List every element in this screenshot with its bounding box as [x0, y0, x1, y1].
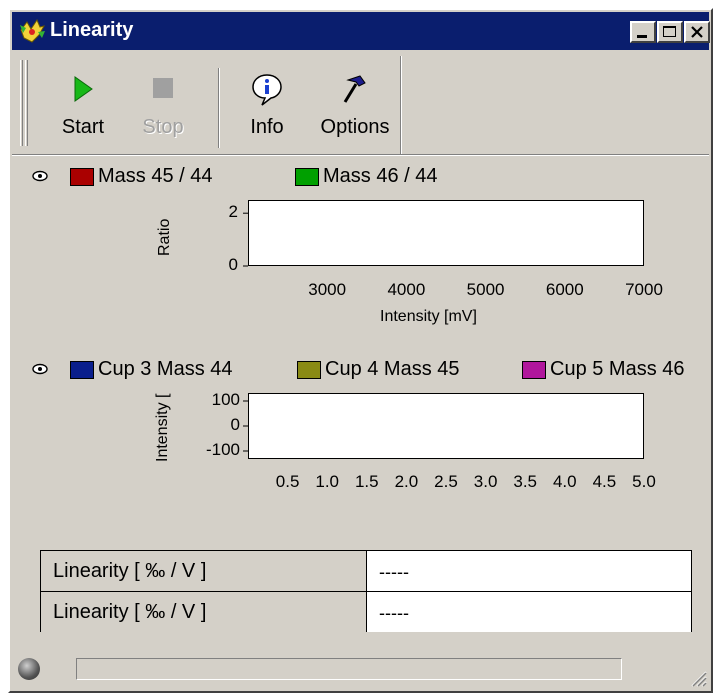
- y-tick-label: -100: [205, 440, 240, 459]
- legend-label-mass-46-44: Mass 46 / 44: [323, 165, 438, 187]
- linearity-window: Linearity Start Stop Info Options Mass 4…: [8, 8, 713, 693]
- y-tick-label: 0: [228, 255, 238, 274]
- toolbar-separator: [400, 56, 402, 154]
- toolbar-divider: [12, 154, 709, 156]
- x-tick-label: 1.5: [354, 472, 379, 491]
- visibility-eye-icon[interactable]: [32, 170, 48, 182]
- legend-swatch: [70, 168, 94, 186]
- x-tick-label: 6000: [545, 280, 584, 299]
- linearity-label: Linearity [ ‰ / V ]: [41, 551, 367, 591]
- legend-label-mass-45-44: Mass 45 / 44: [98, 165, 213, 187]
- legend-label-cup-4: Cup 4 Mass 45: [325, 358, 460, 380]
- legend-swatch: [297, 361, 321, 379]
- visibility-eye-icon[interactable]: [32, 363, 48, 375]
- close-icon: [691, 26, 703, 38]
- legend-swatch: [295, 168, 319, 186]
- intensity-plot-area[interactable]: [248, 393, 644, 459]
- x-tick-label: 0.5: [275, 472, 300, 491]
- hammer-icon: [343, 75, 366, 103]
- x-tick-label: 5000: [466, 280, 505, 299]
- y-tick-label: 2: [228, 202, 238, 222]
- stop-button[interactable]: Stop: [128, 62, 198, 148]
- legend-swatch: [70, 361, 94, 379]
- x-tick-label: 2.5: [434, 472, 458, 491]
- x-tick-label: 3.0: [473, 472, 498, 491]
- y-tick-label: 0: [230, 415, 240, 434]
- resize-grip-icon[interactable]: [687, 667, 707, 687]
- ratio-plot-area[interactable]: [248, 200, 644, 266]
- x-tick-label: 4000: [387, 280, 426, 299]
- legend-swatch: [522, 361, 546, 379]
- options-label: Options: [320, 116, 390, 138]
- toolbar-grip[interactable]: [20, 60, 23, 146]
- options-button[interactable]: Options: [312, 62, 398, 148]
- legend-label-cup-3: Cup 3 Mass 44: [98, 358, 233, 380]
- x-tick-label: 3.5: [513, 472, 538, 491]
- y-axis-label: Ratio: [156, 218, 173, 256]
- info-label: Info: [250, 116, 284, 138]
- progress-bar: [76, 658, 622, 680]
- linearity-label: Linearity [ ‰ / V ]: [41, 592, 367, 632]
- minimize-button[interactable]: [630, 21, 656, 43]
- stop-icon: [153, 78, 173, 98]
- x-tick-label: 5.0: [632, 472, 656, 491]
- x-tick-label: 4.0: [552, 472, 577, 491]
- y-axis-label: Intensity [: [154, 393, 171, 462]
- x-tick-label: 2.0: [394, 472, 419, 491]
- stop-label: Stop: [142, 116, 184, 138]
- linearity-results-table: Linearity [ ‰ / V ] ----- Linearity [ ‰ …: [40, 550, 692, 632]
- play-icon: [74, 76, 93, 102]
- title-bar[interactable]: Linearity: [12, 12, 710, 50]
- table-row: Linearity [ ‰ / V ] -----: [41, 591, 691, 632]
- maximize-button[interactable]: [657, 21, 683, 43]
- x-tick-label: 3000: [308, 280, 347, 299]
- legend-label-cup-5: Cup 5 Mass 46: [550, 358, 685, 380]
- start-button[interactable]: Start: [48, 62, 118, 148]
- x-tick-label: 7000: [625, 280, 663, 299]
- x-tick-label: 1.0: [315, 472, 340, 491]
- window-title: Linearity: [50, 19, 134, 41]
- close-button[interactable]: [684, 21, 710, 43]
- status-indicator-icon: [18, 658, 40, 680]
- table-row: Linearity [ ‰ / V ] -----: [41, 551, 691, 591]
- x-axis-label: Intensity [mV]: [380, 308, 477, 325]
- app-icon: [20, 18, 45, 43]
- maximize-icon: [663, 26, 676, 37]
- linearity-value: -----: [367, 551, 691, 591]
- info-icon: [252, 74, 282, 106]
- x-tick-label: 4.5: [592, 472, 617, 491]
- toolbar-grip[interactable]: [25, 60, 28, 146]
- minimize-icon: [637, 35, 647, 38]
- linearity-value: -----: [367, 592, 691, 632]
- y-tick-label: 100: [211, 390, 240, 409]
- info-button[interactable]: Info: [232, 62, 302, 148]
- start-label: Start: [61, 116, 105, 138]
- toolbar-separator: [218, 68, 220, 148]
